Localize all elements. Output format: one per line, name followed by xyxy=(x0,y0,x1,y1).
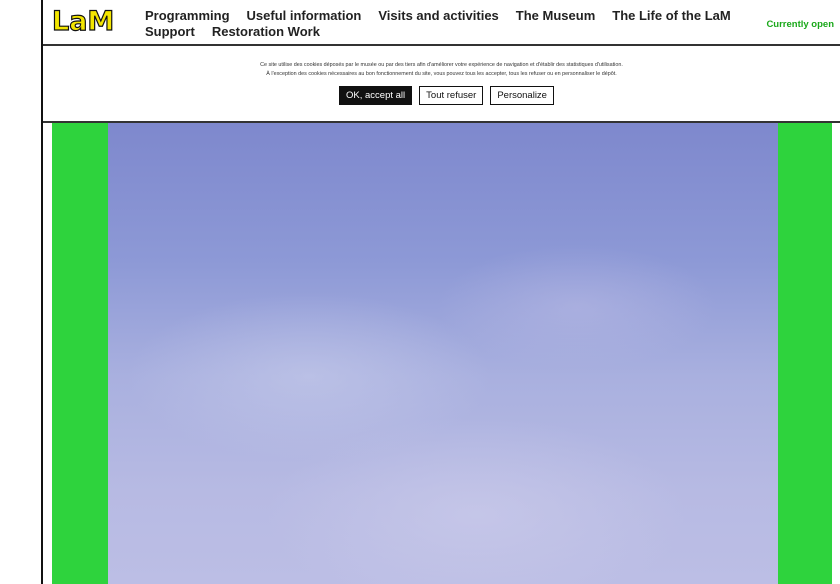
hero-sky-image xyxy=(108,123,778,584)
nav-item-support[interactable]: Support xyxy=(145,24,195,40)
nav-item-programming[interactable]: Programming xyxy=(145,8,230,24)
cookie-notice-line-1: Ce site utilise des cookies déposés par … xyxy=(260,62,623,68)
nav-item-life-of-the-lam[interactable]: The Life of the LaM xyxy=(612,8,730,24)
nav-item-visits-and-activities[interactable]: Visits and activities xyxy=(378,8,498,24)
refuse-all-button[interactable]: Tout refuser xyxy=(419,86,484,105)
page: LaM Programming Useful information Visit… xyxy=(0,0,840,584)
nav-item-restoration-work[interactable]: Restoration Work xyxy=(212,24,320,40)
cookie-notice-line-2: À l'exception des cookies nécessaires au… xyxy=(266,71,617,77)
cookie-banner: Ce site utilise des cookies déposés par … xyxy=(43,44,840,123)
accept-all-button[interactable]: OK, accept all xyxy=(339,86,413,105)
hero-section xyxy=(52,123,832,584)
cookie-notice-text: Ce site utilise des cookies déposés par … xyxy=(43,61,840,79)
nav-item-useful-information[interactable]: Useful information xyxy=(247,8,362,24)
personalize-button[interactable]: Personalize xyxy=(490,86,554,105)
cookie-button-group: OK, accept all Tout refuser Personalize xyxy=(43,86,840,105)
lam-logo[interactable]: LaM xyxy=(51,5,115,38)
site-header: LaM Programming Useful information Visit… xyxy=(43,0,840,44)
nav-item-the-museum[interactable]: The Museum xyxy=(516,8,595,24)
main-nav: Programming Useful information Visits an… xyxy=(145,8,755,40)
opening-status[interactable]: Currently open xyxy=(766,19,834,30)
